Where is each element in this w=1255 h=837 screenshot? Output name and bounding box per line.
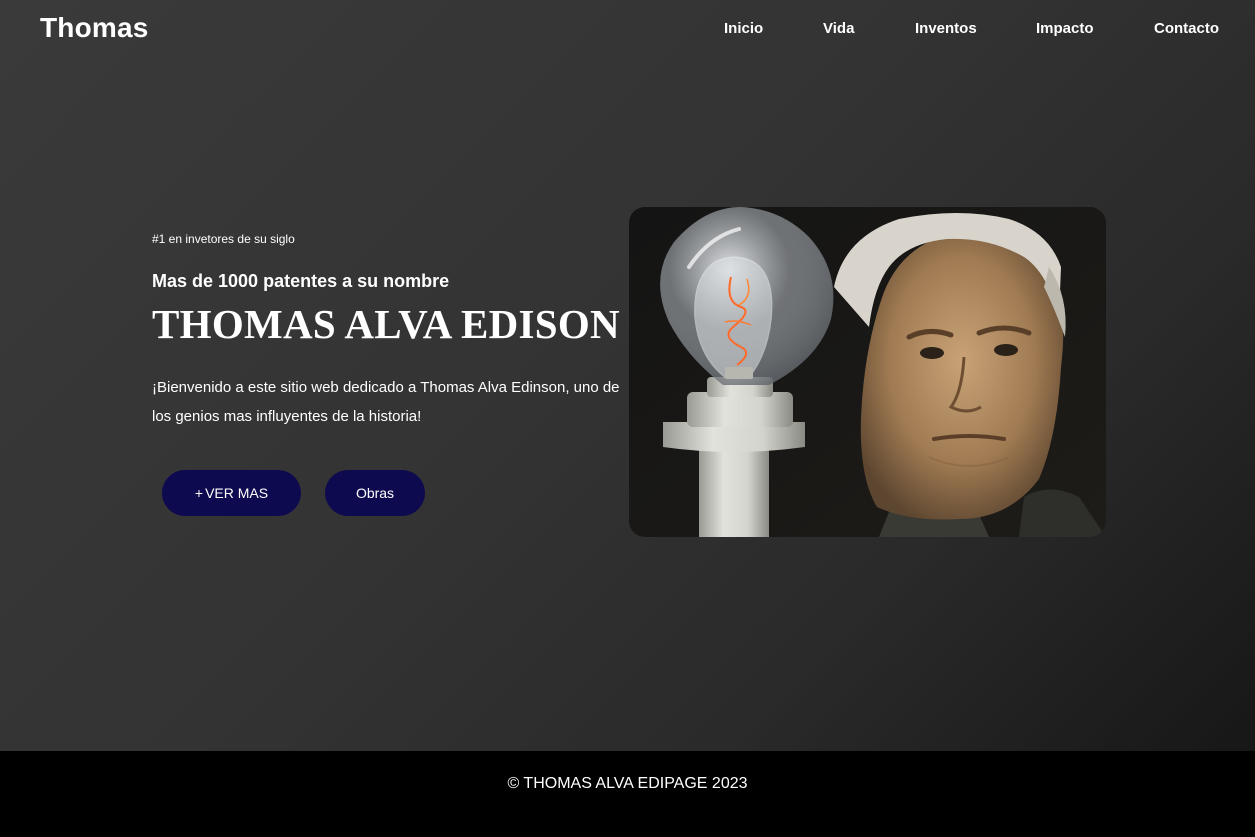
hero-description: ¡Bienvenido a este sitio web dedicado a … [152, 379, 620, 425]
nav-contacto[interactable]: Contacto [1154, 20, 1219, 37]
obras-button[interactable]: Obras [325, 470, 425, 516]
ver-mas-label: VER MAS [205, 485, 269, 501]
nav-vida[interactable]: Vida [823, 20, 854, 37]
hero-title: THOMAS ALVA EDISON [152, 301, 620, 347]
site-header: Thomas Inicio Vida Inventos Impacto Cont… [0, 0, 1255, 58]
nav-impacto[interactable]: Impacto [1036, 20, 1094, 37]
ver-mas-button[interactable]: + VER MAS [162, 470, 301, 516]
site-footer: © THOMAS ALVA EDIPAGE 2023 [0, 751, 1255, 837]
nav-inventos[interactable]: Inventos [915, 20, 977, 37]
footer-copyright: © THOMAS ALVA EDIPAGE 2023 [507, 775, 748, 792]
plus-icon: + [194, 485, 204, 501]
hero-subtitle: Mas de 1000 patentes a su nombre [152, 271, 450, 291]
nav-inicio[interactable]: Inicio [724, 20, 763, 37]
hero-image [629, 207, 1106, 537]
hero-tagline: #1 en invetores de su siglo [152, 232, 295, 246]
main-nav: Inicio Vida Inventos Impacto Contacto [0, 20, 1255, 40]
obras-label: Obras [355, 485, 395, 501]
